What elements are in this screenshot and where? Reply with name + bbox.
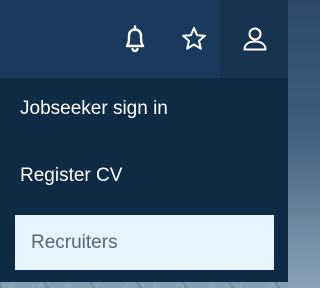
user-icon[interactable] [239, 23, 271, 55]
bell-icon[interactable] [119, 23, 151, 55]
account-dropdown-menu: Jobseeker sign in Register CV Recruiters [0, 78, 288, 282]
menu-item-label: Register CV [20, 165, 123, 186]
menu-item-label: Jobseeker sign in [20, 98, 168, 119]
menu-item-label: Recruiters [31, 231, 118, 253]
menu-item-register-cv[interactable]: Register CV [0, 148, 288, 204]
site-header [0, 0, 288, 79]
menu-item-recruiters[interactable]: Recruiters [15, 215, 274, 270]
star-icon[interactable] [178, 23, 210, 55]
menu-item-jobseeker-sign-in[interactable]: Jobseeker sign in [0, 81, 288, 137]
